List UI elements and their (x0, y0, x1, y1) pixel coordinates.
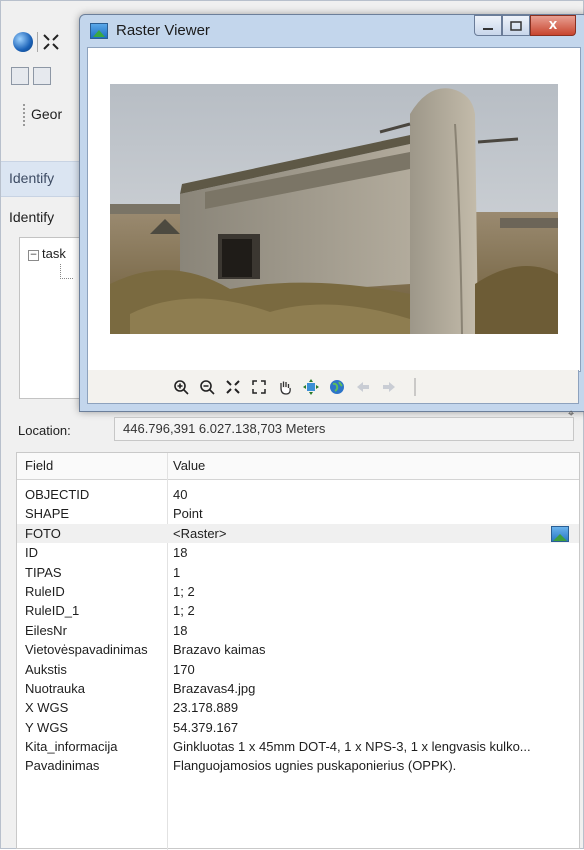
table-row[interactable]: Aukstis 170 (17, 660, 579, 679)
layout-icon[interactable] (11, 67, 29, 85)
bunker-photo (110, 84, 558, 334)
location-bar: Location: 446.796,391 6.027.138,703 Mete… (8, 415, 582, 445)
field-value: 54.379.167 (173, 719, 239, 735)
table-header: Field Value (17, 453, 579, 480)
raster-viewer-titlebar[interactable]: Raster Viewer X (80, 15, 584, 47)
identify-from-label: Identify (9, 209, 55, 225)
toolbar-separator (406, 377, 424, 396)
pan-hand-icon[interactable] (276, 378, 294, 396)
field-name: Nuotrauka (25, 680, 85, 696)
field-name: Pavadinimas (25, 758, 100, 774)
table-row[interactable]: OBJECTID 40 (17, 485, 579, 504)
table-row[interactable]: EilesNr 18 (17, 621, 579, 640)
toolbar-grip[interactable] (23, 104, 27, 126)
table-row[interactable]: Pavadinimas Flanguojamosios ugnies puskap… (17, 756, 579, 775)
back-arrow-icon[interactable] (354, 378, 372, 396)
close-icon: X (548, 19, 558, 32)
grid-icon[interactable] (33, 67, 51, 85)
field-value: 1; 2 (173, 583, 195, 599)
field-name: FOTO (25, 525, 61, 541)
table-row[interactable]: ID 18 (17, 543, 579, 562)
raster-icon[interactable] (551, 525, 569, 542)
globe-icon[interactable] (13, 32, 33, 52)
field-name: Vietovėspavadinimas (25, 642, 148, 658)
collapse-icon[interactable]: − (28, 250, 39, 261)
globe-icon[interactable] (328, 378, 346, 396)
table-row[interactable]: SHAPE Point (17, 504, 579, 523)
forward-arrow-icon[interactable] (380, 378, 398, 396)
minimize-button[interactable] (474, 15, 502, 36)
maximize-icon (510, 20, 522, 31)
table-row[interactable]: X WGS 23.178.889 (17, 698, 579, 717)
field-name: ID (25, 545, 38, 561)
field-name: TIPAS (25, 564, 62, 580)
fixed-zoom-in-icon[interactable] (224, 378, 242, 396)
field-value: 23.178.889 (173, 700, 239, 716)
toolbar-separator (37, 32, 38, 52)
field-value: 1; 2 (173, 603, 195, 619)
field-value: 1 (173, 564, 181, 580)
full-extent-icon[interactable] (42, 33, 60, 51)
field-value: Ginkluotas 1 x 45mm DOT-4, 1 x NPS-3, 1 … (173, 739, 531, 755)
field-name: RuleID (25, 583, 65, 599)
table-row[interactable]: TIPAS 1 (17, 563, 579, 582)
table-row[interactable]: RuleID_1 1; 2 (17, 601, 579, 620)
field-value: 170 (173, 661, 195, 677)
field-value: Brazavo kaimas (173, 642, 266, 658)
raster-viewer-title: Raster Viewer (116, 22, 210, 39)
field-column-header[interactable]: Field (25, 458, 53, 473)
close-button[interactable]: X (530, 15, 576, 36)
window-controls: X (474, 15, 576, 36)
field-value: 18 (173, 545, 188, 561)
identify-window-title: Identify (9, 170, 55, 186)
table-row[interactable]: Vietovėspavadinimas Brazavo kaimas (17, 640, 579, 659)
table-row[interactable]: RuleID 1; 2 (17, 582, 579, 601)
location-field[interactable]: 446.796,391 6.027.138,703 Meters (114, 417, 574, 441)
full-extent-icon[interactable] (302, 378, 320, 396)
image-canvas[interactable] (87, 47, 581, 372)
table-rows: OBJECTID 40 SHAPE Point FOTO <Raster> ID 18 … (17, 485, 579, 776)
identify-window-titlebar[interactable]: Identify (1, 161, 91, 197)
field-name: Aukstis (25, 661, 67, 677)
table-row[interactable]: Kita_informacija Ginkluotas 1 x 45mm DOT-… (17, 737, 579, 756)
field-value: <Raster> (173, 525, 227, 541)
field-value: 40 (173, 487, 188, 502)
maximize-button[interactable] (502, 15, 530, 36)
value-column-header[interactable]: Value (173, 458, 205, 473)
secondary-toolbar (11, 63, 81, 89)
field-value: Brazavas4.jpg (173, 680, 256, 696)
pin-icon[interactable]: ⌖ (568, 407, 574, 421)
field-name: SHAPE (25, 506, 70, 522)
field-name: Kita_informacija (25, 739, 118, 755)
field-value: Point (173, 506, 203, 522)
zoom-out-icon[interactable] (198, 378, 216, 396)
raster-viewer-icon (90, 23, 108, 39)
location-label: Location: (18, 423, 71, 438)
field-name: EilesNr (25, 622, 67, 638)
tree-item-layer[interactable]: task (42, 246, 66, 261)
field-value: Flanguojamosios ugnies puskaponierius (O… (173, 758, 457, 774)
raster-viewer-window: Raster Viewer X (79, 14, 584, 412)
table-row-selected[interactable]: FOTO <Raster> (17, 523, 579, 544)
field-value: 18 (173, 622, 188, 638)
field-name: OBJECTID (25, 487, 90, 502)
attributes-table: Field Value OBJECTID 40 SHAPE Point FOTO <R… (16, 452, 580, 850)
georeferencing-toolbar-label: Geor (31, 106, 63, 122)
table-row[interactable]: Y WGS 54.379.167 (17, 718, 579, 737)
tree-connector (60, 264, 73, 279)
viewer-toolbar (87, 370, 579, 404)
field-name: X WGS (25, 700, 69, 716)
main-toolbar (13, 27, 83, 57)
field-name: RuleID_1 (25, 603, 80, 619)
field-name: Y WGS (25, 719, 69, 735)
fixed-zoom-out-icon[interactable] (250, 378, 268, 396)
zoom-in-icon[interactable] (172, 378, 190, 396)
table-row[interactable]: Nuotrauka Brazavas4.jpg (17, 679, 579, 698)
minimize-icon (483, 27, 493, 30)
